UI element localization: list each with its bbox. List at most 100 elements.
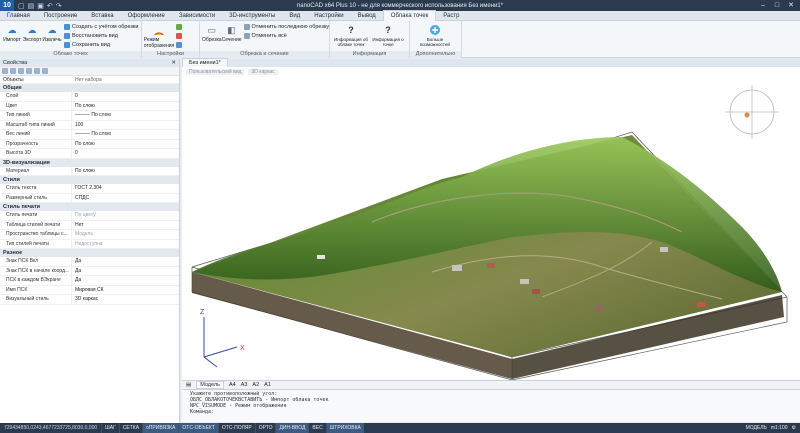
property-section-header[interactable]: Разное (0, 249, 179, 257)
property-row[interactable]: Знак ПСК Вкл Да (0, 257, 179, 267)
property-value[interactable]: Да (72, 276, 179, 285)
tab-insert[interactable]: Вставка (84, 11, 120, 21)
property-value[interactable]: Мировая СК (72, 286, 179, 295)
layout-nav-icon[interactable]: ▤ (186, 382, 191, 388)
select-objects-icon[interactable] (2, 68, 8, 74)
property-row[interactable]: Размерный стиль СПДС (0, 193, 179, 203)
drawing-canvas[interactable]: Пользовательский вид 3D каркас Z X (182, 67, 800, 380)
property-value[interactable]: 0 (72, 149, 179, 158)
settings-option-2[interactable] (176, 32, 182, 40)
property-row[interactable]: ПСК в каждом ВЭкране Да (0, 276, 179, 286)
settings-option-1[interactable] (176, 23, 182, 31)
tab-view[interactable]: Вид (282, 11, 307, 21)
property-value[interactable]: Недоступна (72, 240, 179, 249)
save-icon[interactable]: ▣ (37, 2, 44, 10)
status-toggle-дин-ввод[interactable]: ДИН-ВВОД (275, 423, 309, 433)
property-row[interactable]: Слой 0 (0, 92, 179, 102)
tab-3d-tools[interactable]: 3D-инструменты (222, 11, 282, 21)
property-value[interactable]: Нет (72, 221, 179, 230)
tab-constraints[interactable]: Зависимости (172, 11, 222, 21)
property-value[interactable]: 3D каркас (72, 295, 179, 304)
status-toggle-орто[interactable]: ОРТО (254, 423, 276, 433)
property-value[interactable]: По слою (72, 140, 179, 149)
status-toggle-вес[interactable]: ВЕС (308, 423, 325, 433)
object-selector[interactable]: Объекты Нет набора (0, 76, 179, 84)
property-section-header[interactable]: 3D-визуализация (0, 158, 179, 167)
save-view-button[interactable]: Сохранить вид (64, 41, 138, 49)
tab-a3[interactable]: A3 (241, 382, 248, 388)
visual-style-label[interactable]: 3D каркас (248, 69, 278, 75)
close-icon[interactable]: ✕ (784, 0, 798, 11)
status-toggle-штриховка[interactable]: ШТРИХОВКА (325, 423, 364, 433)
property-section-header[interactable]: Стили (0, 176, 179, 184)
property-row[interactable]: Визуальный стиль 3D каркас (0, 295, 179, 305)
undo-all-button[interactable]: Отменить всё (243, 32, 330, 40)
close-icon[interactable]: ✕ (171, 59, 176, 67)
tab-raster[interactable]: Растр (436, 11, 466, 21)
command-input[interactable]: Команда: (190, 409, 792, 415)
redo-icon[interactable]: ↷ (56, 2, 62, 10)
property-section-header[interactable]: Стиль печати (0, 203, 179, 211)
property-section-header[interactable]: Общие (0, 84, 179, 92)
tab-output[interactable]: Вывод (351, 11, 383, 21)
tab-a4[interactable]: A4 (229, 382, 236, 388)
undo-last-clip-button[interactable]: Отменить последнюю обрезку (243, 23, 329, 31)
tab-a1[interactable]: A1 (264, 382, 271, 388)
filter-icon[interactable] (26, 68, 32, 74)
status-toggle-отс-поляр[interactable]: ОТС-ПОЛЯР (217, 423, 255, 433)
navigation-compass[interactable] (725, 85, 779, 139)
property-row[interactable]: Тип стилей печати Недоступна (0, 239, 179, 249)
model-space-toggle[interactable]: МОДЕЛЬ (746, 425, 767, 431)
property-value[interactable]: По слою (72, 102, 179, 111)
property-row[interactable]: Таблица стилей печати Нет (0, 220, 179, 230)
minimize-icon[interactable]: – (756, 0, 770, 11)
property-value[interactable]: Да (72, 257, 179, 266)
property-value[interactable]: Да (72, 267, 179, 276)
property-row[interactable]: Стиль печати По цвету (0, 211, 179, 221)
status-toggle-сетка[interactable]: СЕТКА (118, 423, 142, 433)
tab-annotate[interactable]: Оформление (121, 11, 172, 21)
settings-option-3[interactable] (176, 41, 182, 49)
property-value[interactable]: Модель (72, 230, 179, 239)
property-value[interactable]: СПДС (72, 194, 179, 203)
property-row[interactable]: Масштаб типа линий 100 (0, 120, 179, 130)
property-value[interactable]: По цвету (72, 211, 179, 220)
property-row[interactable]: Цвет По слою (0, 101, 179, 111)
app-logo[interactable]: 10 (0, 0, 14, 11)
sort-icon[interactable] (34, 68, 40, 74)
view-mode-label[interactable]: Пользовательский вид (186, 69, 245, 75)
property-row[interactable]: Знак ПСК в начале коорд... Да (0, 266, 179, 276)
property-value[interactable]: 100 (72, 121, 179, 130)
property-value[interactable]: ГОСТ 2.304 (72, 184, 179, 193)
restore-view-button[interactable]: Восстановить вид (64, 32, 138, 40)
property-value[interactable]: По слою (72, 167, 179, 176)
property-value[interactable]: ——— По слою (72, 111, 179, 120)
quick-select-icon[interactable] (10, 68, 16, 74)
property-row[interactable]: Стиль текста ГОСТ 2.304 (0, 184, 179, 194)
toggle-pickadd-icon[interactable] (18, 68, 24, 74)
status-toggle-отс-объект[interactable]: ОТС-ОБЪЕКТ (178, 423, 218, 433)
status-toggle-опривязка[interactable]: оПРИВЯЗКА (142, 423, 179, 433)
property-value[interactable]: ——— По слою (72, 130, 179, 139)
tab-model[interactable]: Модель (196, 381, 224, 389)
tab-construction[interactable]: Построение (37, 11, 84, 21)
property-value[interactable]: 0 (72, 92, 179, 101)
status-toggle-шаг[interactable]: ШАГ (101, 423, 119, 433)
property-row[interactable]: Высота 3D 0 (0, 149, 179, 159)
maximize-icon[interactable]: □ (770, 0, 784, 11)
create-with-clip-button[interactable]: Создать с учётом обрезки (64, 23, 138, 31)
open-icon[interactable]: ▤ (28, 2, 35, 10)
property-row[interactable]: Тип линий ——— По слою (0, 111, 179, 121)
property-row[interactable]: Вес линий ——— По слою (0, 130, 179, 140)
property-row[interactable]: Имя ПСК Мировая СК (0, 285, 179, 295)
undo-icon[interactable]: ↶ (47, 2, 53, 10)
tab-a2[interactable]: A2 (252, 382, 259, 388)
property-row[interactable]: Пространство таблицы с... Модель (0, 230, 179, 240)
scale-selector[interactable]: m1:100 (771, 425, 788, 431)
settings-icon[interactable]: ⚙ (792, 425, 796, 431)
settings-icon[interactable] (42, 68, 48, 74)
tab-home[interactable]: Главная (0, 11, 37, 21)
property-row[interactable]: Материал По слою (0, 166, 179, 176)
property-row[interactable]: Прозрачность По слою (0, 139, 179, 149)
tab-point-clouds[interactable]: Облака точек (382, 10, 437, 21)
